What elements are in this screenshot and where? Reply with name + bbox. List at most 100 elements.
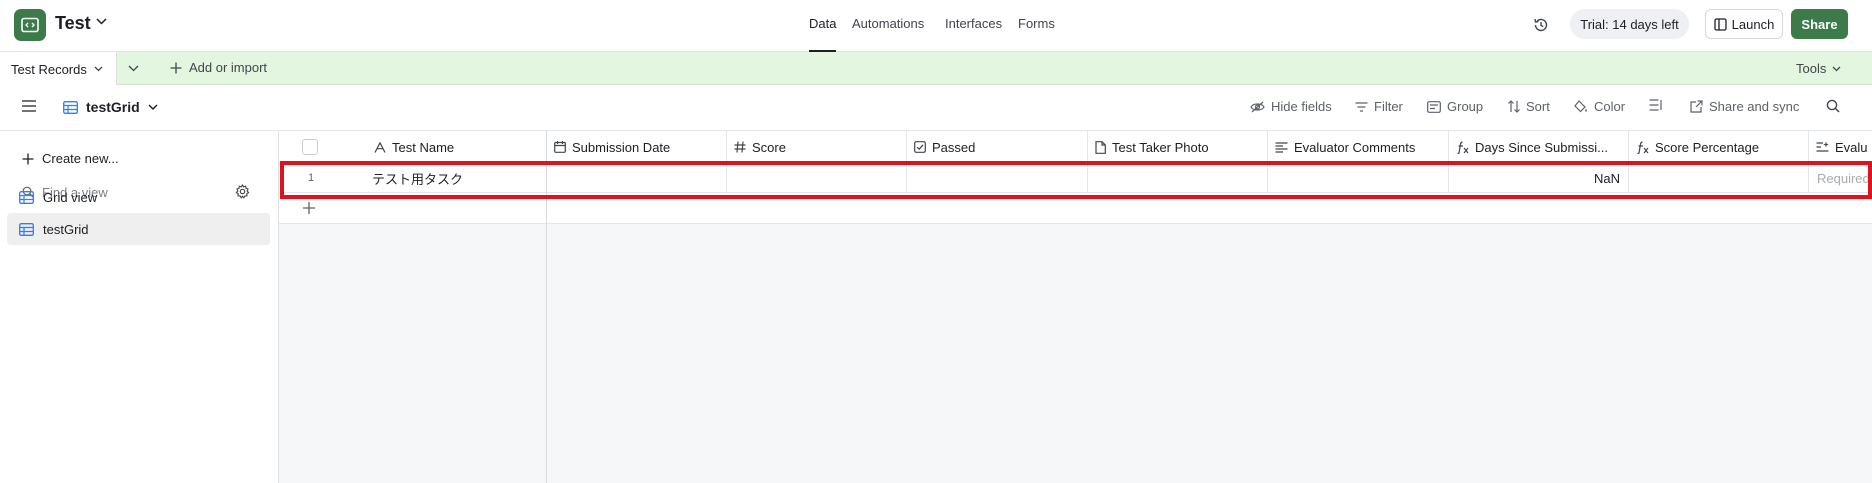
add-or-import-label: Add or import (189, 60, 268, 75)
add-row-plus-icon[interactable] (302, 201, 316, 215)
row-number: 1 (307, 172, 315, 184)
formula-icon (1456, 140, 1469, 154)
table-row[interactable]: 1 テスト用タスク NaN Required (279, 163, 1872, 193)
calendar-icon (554, 141, 566, 153)
more-tables-chevron-icon[interactable] (128, 61, 139, 75)
filter-button[interactable]: Filter (1355, 99, 1403, 114)
column-header-submission-date[interactable]: Submission Date (547, 131, 727, 163)
column-header-score[interactable]: Score (727, 131, 907, 163)
cell-score[interactable] (727, 163, 907, 193)
cell-evaluator-comments[interactable] (1268, 163, 1449, 193)
filter-label: Filter (1374, 99, 1403, 114)
app-name[interactable]: Test (55, 13, 91, 34)
eye-off-icon (1250, 101, 1265, 113)
cell-days-since-submission[interactable]: NaN (1449, 163, 1629, 193)
select-all-checkbox[interactable] (302, 139, 318, 155)
color-button[interactable]: Color (1574, 99, 1625, 114)
history-icon[interactable] (1530, 14, 1552, 36)
column-header-days-since-submission[interactable]: Days Since Submissi... (1449, 131, 1629, 163)
nav-interfaces[interactable]: Interfaces (945, 16, 1002, 31)
add-row-strip (279, 194, 1872, 224)
column-header-test-taker-photo[interactable]: Test Taker Photo (1088, 131, 1268, 163)
chevron-down-icon (94, 66, 103, 72)
cell-test-name[interactable]: テスト用タスク (367, 163, 547, 193)
search-icon[interactable] (1826, 99, 1840, 113)
column-header-evaluation[interactable]: Evalu (1809, 131, 1872, 163)
launch-icon (1714, 17, 1727, 31)
grid-view-icon (19, 222, 34, 236)
add-or-import-button[interactable]: Add or import (170, 60, 267, 75)
chevron-down-icon[interactable] (96, 18, 107, 25)
text-field-icon (374, 141, 386, 153)
chevron-down-icon (148, 104, 158, 110)
views-sidebar: Create new... Grid view testGrid (0, 131, 279, 483)
table-tab-label: Test Records (11, 61, 87, 77)
ai-text-icon (1816, 141, 1829, 153)
sidebar-item-label: testGrid (43, 221, 89, 237)
plus-icon (22, 153, 34, 165)
column-header-label: Test Taker Photo (1112, 139, 1209, 155)
view-switcher[interactable]: testGrid (63, 99, 158, 115)
grid-header-row: Test Name Submission Date Score Passed T… (279, 131, 1872, 163)
number-icon (734, 141, 746, 153)
formula-icon (1636, 140, 1649, 154)
share-button[interactable]: Share (1791, 9, 1848, 39)
column-header-test-name[interactable]: Test Name (367, 131, 547, 163)
attachment-icon (1095, 140, 1106, 154)
column-header-label: Passed (932, 139, 976, 155)
cell-passed[interactable] (907, 163, 1088, 193)
filter-icon (1355, 101, 1368, 112)
create-new-label: Create new... (42, 151, 119, 166)
view-bar: testGrid Hide fields Filter Group Sort C… (0, 85, 1872, 131)
column-header-label: Score Percentage (1655, 139, 1760, 155)
cell-test-taker-photo[interactable] (1088, 163, 1268, 193)
column-header-label: Submission Date (572, 139, 671, 155)
sort-icon (1508, 100, 1520, 113)
launch-label: Launch (1731, 16, 1775, 32)
nav-data[interactable]: Data (809, 16, 836, 31)
share-and-sync-button[interactable]: Share and sync (1690, 99, 1799, 114)
current-view-name: testGrid (86, 99, 140, 115)
data-grid: Test Name Submission Date Score Passed T… (279, 131, 1872, 483)
table-tab-test-records[interactable]: Test Records (0, 52, 117, 86)
plus-icon (170, 62, 182, 74)
group-icon (1427, 100, 1441, 113)
column-header-score-percentage[interactable]: Score Percentage (1629, 131, 1809, 163)
launch-button[interactable]: Launch (1705, 9, 1783, 39)
column-header-label: Test Name (392, 139, 455, 155)
hamburger-menu-icon[interactable] (22, 100, 36, 112)
column-header-label: Score (752, 139, 786, 155)
chevron-down-icon (1832, 66, 1841, 72)
share-external-icon (1690, 100, 1703, 113)
sort-label: Sort (1526, 99, 1550, 114)
group-label: Group (1447, 99, 1484, 114)
nav-forms[interactable]: Forms (1018, 16, 1055, 31)
hide-fields-label: Hide fields (1271, 99, 1332, 114)
sort-button[interactable]: Sort (1508, 99, 1550, 114)
group-button[interactable]: Group (1427, 99, 1483, 114)
column-header-evaluator-comments[interactable]: Evaluator Comments (1268, 131, 1449, 163)
share-and-sync-label: Share and sync (1709, 99, 1800, 114)
hide-fields-button[interactable]: Hide fields (1250, 99, 1332, 114)
create-new-view-button[interactable]: Create new... (22, 151, 119, 166)
column-header-label: Evaluator Comments (1294, 139, 1416, 155)
cell-score-percentage[interactable] (1629, 163, 1809, 193)
column-header-passed[interactable]: Passed (907, 131, 1088, 163)
sidebar-item-testgrid[interactable]: testGrid (7, 213, 270, 245)
trial-badge[interactable]: Trial: 14 days left (1570, 9, 1689, 39)
cell-submission-date[interactable] (547, 163, 727, 193)
grid-view-icon (63, 100, 78, 114)
sidebar-item-grid-view[interactable]: Grid view (7, 181, 270, 213)
paint-bucket-icon (1574, 100, 1588, 113)
row-height-icon (1649, 99, 1663, 111)
cell-evaluation[interactable]: Required (1809, 163, 1872, 193)
sidebar-item-label: Grid view (43, 189, 98, 205)
column-header-label: Days Since Submissi... (1475, 139, 1608, 155)
row-height-button[interactable] (1649, 99, 1663, 111)
table-tab-bar: Test Records Add or import Tools (0, 52, 1872, 86)
tools-menu[interactable]: Tools (1796, 61, 1841, 76)
app-logo-icon[interactable] (14, 9, 46, 41)
nav-automations[interactable]: Automations (852, 16, 924, 31)
color-label: Color (1594, 99, 1626, 114)
frozen-column-divider (546, 131, 547, 483)
